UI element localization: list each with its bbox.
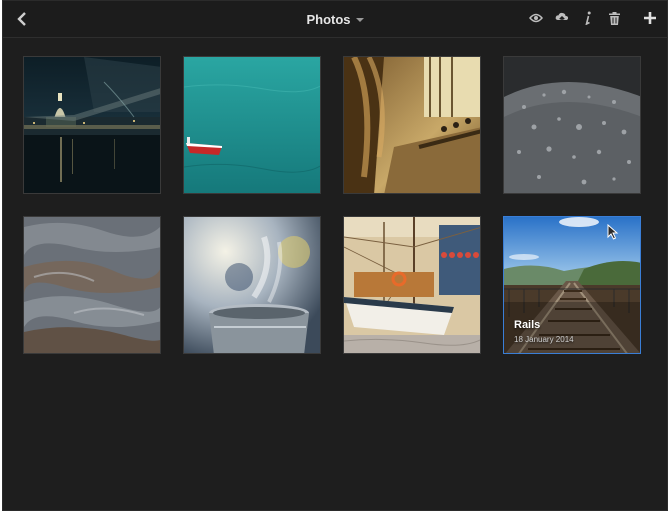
photo-date: 18 January 2014 xyxy=(514,335,574,344)
info-icon xyxy=(585,11,591,25)
photo-icon xyxy=(24,57,160,193)
view-button[interactable] xyxy=(527,9,545,27)
page-title: Photos xyxy=(306,11,351,27)
photo-thumbnail-rails[interactable]: Rails 18 January 2014 xyxy=(503,216,641,354)
photo-icon xyxy=(24,217,160,353)
trash-icon xyxy=(608,11,620,25)
photo-icon xyxy=(184,57,320,193)
photo-thumbnail-boat[interactable] xyxy=(183,56,321,194)
photo-caption: Rails 18 January 2014 xyxy=(514,319,574,344)
photo-icon xyxy=(344,57,480,193)
delete-button[interactable] xyxy=(605,9,623,27)
toolbar-actions xyxy=(527,9,659,27)
photo-icon xyxy=(504,57,640,193)
add-photo-button[interactable] xyxy=(641,9,659,27)
upload-cloud-icon xyxy=(555,12,569,24)
photo-icon xyxy=(344,217,480,353)
photo-thumbnail-cup[interactable] xyxy=(183,216,321,354)
info-button[interactable] xyxy=(579,9,597,27)
top-toolbar: Photos xyxy=(3,1,667,38)
photo-thumbnail-water[interactable] xyxy=(23,216,161,354)
upload-button[interactable] xyxy=(553,9,571,27)
album-title-dropdown[interactable]: Photos xyxy=(306,11,364,27)
photo-icon xyxy=(184,217,320,353)
photo-thumbnail-raindrops[interactable] xyxy=(503,56,641,194)
mouse-pointer-icon xyxy=(607,224,619,240)
photo-thumbnail-sailboat[interactable] xyxy=(343,216,481,354)
eye-icon xyxy=(529,13,543,23)
plus-icon xyxy=(644,12,656,24)
photo-thumbnail-seats[interactable] xyxy=(343,56,481,194)
photo-thumbnail-london[interactable] xyxy=(23,56,161,194)
photo-title: Rails xyxy=(514,319,541,331)
chevron-down-icon xyxy=(355,18,364,22)
